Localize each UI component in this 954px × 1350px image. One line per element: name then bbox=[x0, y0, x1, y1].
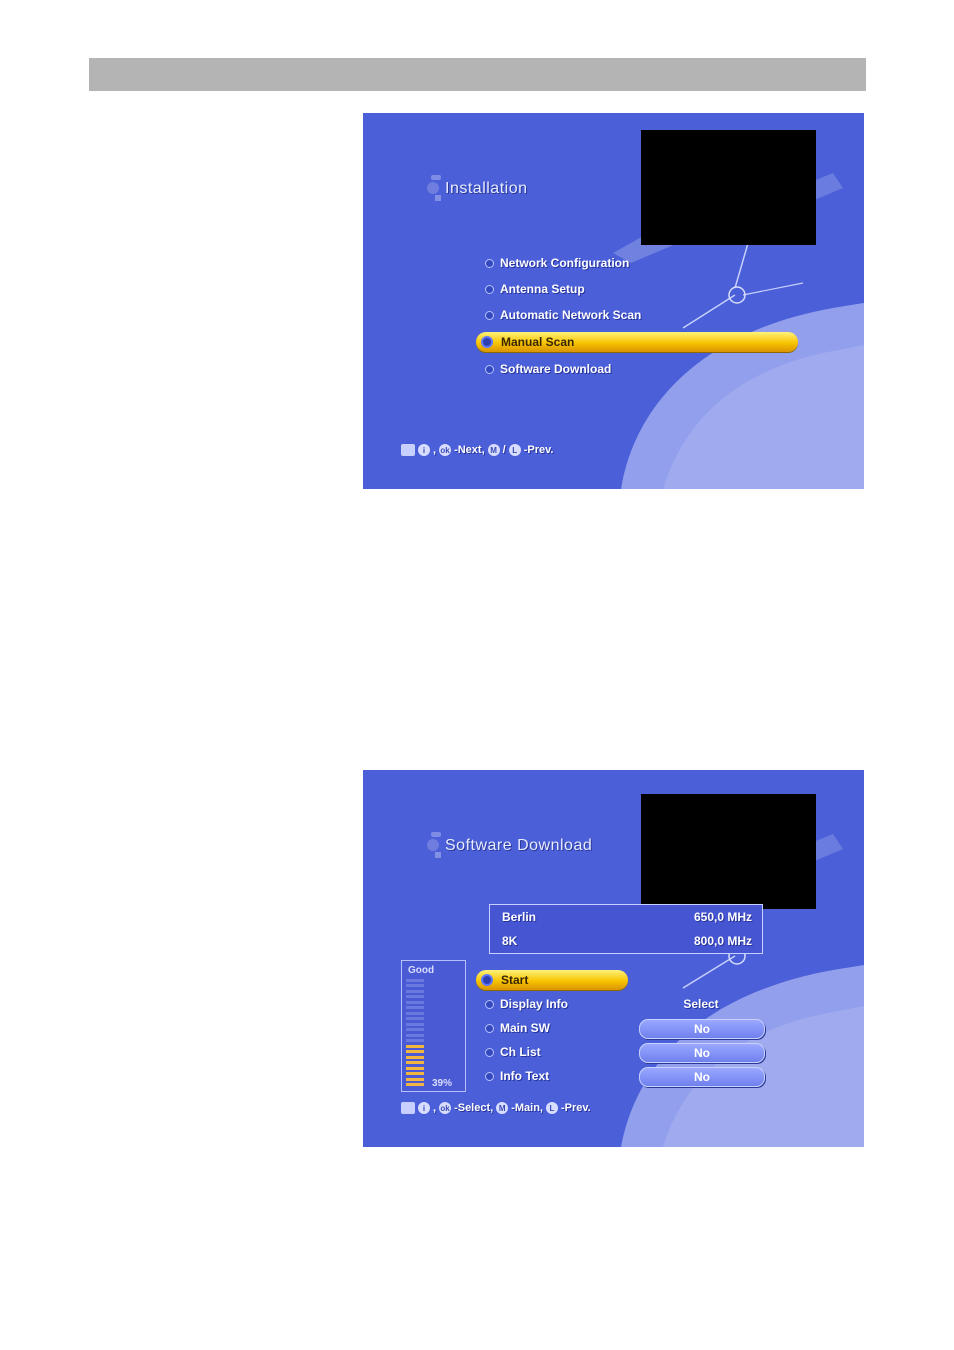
installation-screen: Installation Network Configuration Anten… bbox=[363, 113, 864, 489]
signal-bar-segment bbox=[406, 984, 424, 987]
download-icon bbox=[427, 832, 443, 860]
signal-bar-segment bbox=[406, 989, 424, 993]
signal-bar-segment bbox=[406, 1044, 424, 1048]
bullet-icon bbox=[485, 1023, 494, 1033]
bullet-icon bbox=[485, 258, 494, 268]
bullet-icon bbox=[485, 999, 494, 1009]
signal-bar-segment bbox=[406, 1061, 424, 1064]
info-key-icon: i bbox=[418, 1102, 430, 1114]
menu-item-label: Main SW bbox=[500, 1021, 550, 1035]
display-info-value[interactable]: Select bbox=[639, 995, 763, 1013]
info-name: 8K bbox=[502, 934, 518, 948]
signal-bar-segment bbox=[406, 1039, 424, 1042]
video-preview-box bbox=[641, 794, 816, 909]
selected-bullet-icon bbox=[481, 974, 493, 986]
signal-bar-segment bbox=[406, 1006, 424, 1009]
signal-bar-segment bbox=[406, 1022, 424, 1026]
page-title: Software Download bbox=[445, 837, 593, 854]
menu-key-icon: M bbox=[496, 1102, 509, 1114]
signal-percent: 39% bbox=[432, 1078, 453, 1089]
main-hint: -Main, bbox=[511, 1102, 543, 1114]
ok-key-icon: ok bbox=[439, 444, 452, 456]
next-hint: -Next, bbox=[454, 444, 485, 456]
menu-item-antenna-setup[interactable]: Antenna Setup bbox=[485, 279, 585, 299]
prev-hint: -Prev. bbox=[523, 444, 554, 456]
menu-item-label: Software Download bbox=[500, 362, 612, 376]
info-row: 8K 800,0 MHz bbox=[502, 931, 752, 951]
page-header-bar bbox=[89, 58, 866, 91]
signal-bar-segment bbox=[406, 995, 424, 998]
installation-icon bbox=[427, 175, 443, 203]
selected-bullet-icon bbox=[481, 336, 493, 348]
select-hint: -Select, bbox=[454, 1102, 494, 1114]
signal-bar-segment bbox=[406, 1077, 424, 1081]
software-download-title: Software Download bbox=[427, 832, 592, 860]
info-text-toggle[interactable]: No bbox=[639, 1067, 765, 1087]
bullet-icon bbox=[485, 1047, 494, 1057]
menu-item-network-configuration[interactable]: Network Configuration bbox=[485, 253, 629, 273]
menu-highlight bbox=[476, 970, 628, 990]
page-title: Installation bbox=[445, 180, 528, 197]
signal-bar-segment bbox=[406, 1083, 424, 1086]
menu-item-display-info[interactable]: Display Info bbox=[485, 994, 568, 1014]
signal-bar-segment bbox=[406, 1017, 424, 1020]
menu-item-label: Manual Scan bbox=[501, 335, 575, 349]
menu-item-label: Ch List bbox=[500, 1045, 541, 1059]
ch-list-toggle[interactable]: No bbox=[639, 1043, 765, 1063]
separator: , bbox=[433, 444, 437, 456]
menu-item-info-text[interactable]: Info Text bbox=[485, 1066, 549, 1086]
key-hint-footer: i , ok -Select, M -Main, L -Prev. bbox=[401, 1102, 591, 1114]
remote-icon bbox=[401, 444, 415, 456]
menu-item-label: Automatic Network Scan bbox=[500, 308, 642, 322]
menu-item-label: Info Text bbox=[500, 1069, 550, 1083]
menu-item-automatic-network-scan[interactable]: Automatic Network Scan bbox=[485, 305, 641, 325]
separator: / bbox=[502, 444, 506, 456]
signal-quality-label: Good bbox=[408, 965, 435, 976]
info-row: Berlin 650,0 MHz bbox=[502, 907, 752, 927]
key-hint-footer: i , ok -Next, M / L -Prev. bbox=[401, 444, 553, 456]
menu-item-label: Display Info bbox=[500, 997, 569, 1011]
menu-item-label: Network Configuration bbox=[500, 256, 630, 270]
menu-item-software-download[interactable]: Software Download bbox=[485, 359, 611, 379]
separator: , bbox=[433, 1102, 437, 1114]
remote-icon bbox=[401, 1102, 415, 1114]
signal-bar-segment bbox=[406, 1050, 424, 1053]
back-key-icon: L bbox=[508, 444, 521, 456]
signal-bar-segment bbox=[406, 1072, 424, 1075]
menu-item-label: Start bbox=[501, 973, 529, 987]
signal-bar-segment bbox=[406, 1033, 424, 1037]
info-name: Berlin bbox=[502, 910, 537, 924]
bullet-icon bbox=[485, 284, 494, 294]
menu-item-manual-scan[interactable]: Manual Scan bbox=[501, 332, 574, 352]
prev-hint: -Prev. bbox=[560, 1102, 591, 1114]
signal-bar-segment bbox=[406, 1011, 424, 1015]
video-preview-box bbox=[641, 130, 816, 245]
signal-bar-segment bbox=[406, 1055, 424, 1059]
signal-bar-segment bbox=[406, 1066, 424, 1070]
menu-item-label: Antenna Setup bbox=[500, 282, 585, 296]
bullet-icon bbox=[485, 364, 494, 374]
software-download-screen: Software Download Berlin 650,0 MHz 8K 80… bbox=[363, 770, 864, 1147]
signal-strength-meter: Good 39% bbox=[401, 960, 466, 1092]
installation-title: Installation bbox=[427, 175, 528, 203]
info-value: 650,0 MHz bbox=[693, 910, 752, 924]
back-key-icon: L bbox=[545, 1102, 558, 1114]
info-value: 800,0 MHz bbox=[693, 934, 752, 948]
bullet-icon bbox=[485, 1071, 494, 1081]
signal-bar-segment bbox=[406, 1000, 424, 1004]
menu-item-main-sw[interactable]: Main SW bbox=[485, 1018, 550, 1038]
transponder-info-panel: Berlin 650,0 MHz 8K 800,0 MHz bbox=[489, 904, 763, 954]
info-key-icon: i bbox=[418, 444, 430, 456]
menu-item-start[interactable]: Start bbox=[501, 970, 528, 990]
main-sw-toggle[interactable]: No bbox=[639, 1019, 765, 1039]
signal-bar-segment bbox=[406, 1028, 424, 1031]
menu-item-ch-list[interactable]: Ch List bbox=[485, 1042, 541, 1062]
menu-key-icon: M bbox=[487, 444, 500, 456]
bullet-icon bbox=[485, 310, 494, 320]
ok-key-icon: ok bbox=[439, 1102, 452, 1114]
signal-bar-segment bbox=[406, 978, 424, 982]
